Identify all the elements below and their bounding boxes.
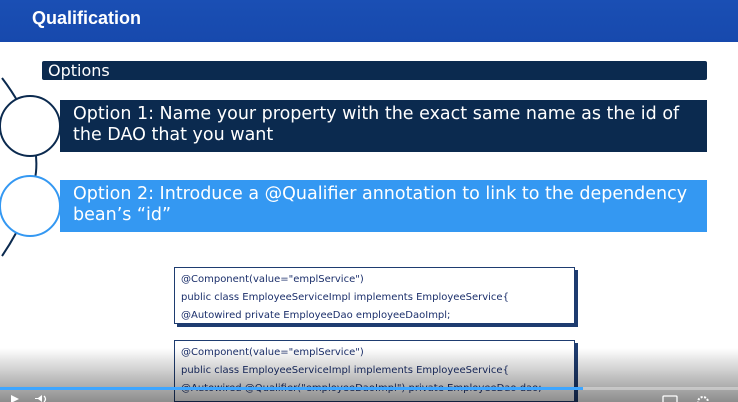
code-snippet-2: @Component(value="emplService") public c… (174, 340, 575, 402)
code-line: @Component(value="emplService") (181, 347, 364, 358)
option-1-bullet (0, 95, 61, 157)
code-line: @Component(value="emplService") (181, 274, 364, 285)
option-2-box: Option 2: Introduce a @Qualifier annotat… (60, 180, 707, 232)
progress-fill (0, 387, 584, 390)
play-icon[interactable] (10, 395, 20, 402)
option-1-text: Option 1: Name your property with the ex… (73, 104, 680, 145)
volume-icon[interactable] (34, 395, 48, 402)
code-line: public class EmployeeServiceImpl impleme… (181, 292, 509, 303)
options-header: Options (42, 61, 707, 80)
subtitles-icon[interactable] (662, 395, 678, 402)
title-bar: Qualification (0, 0, 738, 42)
settings-icon[interactable] (696, 395, 710, 402)
option-1-box: Option 1: Name your property with the ex… (60, 100, 707, 152)
slide-title: Qualification (32, 8, 142, 28)
code-line: @Autowired private EmployeeDao employeeD… (181, 310, 451, 321)
option-2-bullet (0, 175, 61, 237)
progress-bar[interactable] (0, 387, 738, 390)
option-2-text: Option 2: Introduce a @Qualifier annotat… (73, 184, 688, 225)
code-line: public class EmployeeServiceImpl impleme… (181, 365, 509, 376)
code-snippet-1: @Component(value="emplService") public c… (174, 267, 575, 324)
